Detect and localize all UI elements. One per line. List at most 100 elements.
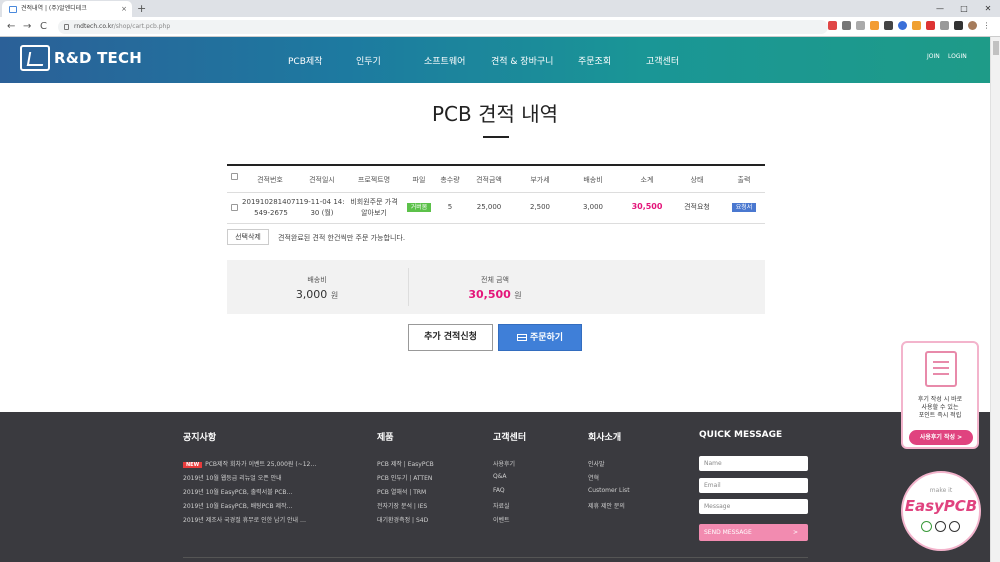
close-window-button[interactable]: ✕: [976, 0, 1000, 17]
quote-number: 2019102814071 549-2675: [242, 198, 300, 217]
profile-avatar[interactable]: [968, 21, 977, 30]
notice-title: 공지사항: [183, 433, 217, 443]
nav-order-lookup[interactable]: 주문조회: [578, 54, 611, 67]
extension-icon[interactable]: [884, 21, 893, 30]
product-link[interactable]: 대기환경측정 | S4D: [377, 515, 428, 524]
browser-tab-bar: 견적내역 | (주)알엔디테크 × + — □ ✕: [0, 0, 1000, 17]
product-link[interactable]: 전자기장 분석 | IES: [377, 501, 427, 510]
extension-icon[interactable]: [898, 21, 907, 30]
message-input[interactable]: Message: [699, 499, 808, 514]
select-all-checkbox[interactable]: [231, 173, 238, 180]
extension-icon[interactable]: [828, 21, 837, 30]
notice-item[interactable]: 2019년 10월 EasyPCB, 배팅PCB 제작…: [183, 501, 293, 510]
nav-customer-center[interactable]: 고객센터: [646, 54, 679, 67]
summary-divider: [408, 268, 409, 306]
extension-icon[interactable]: [954, 21, 963, 30]
quick-message-title: QUICK MESSAGE: [699, 430, 783, 440]
support-title: 고객센터: [493, 433, 527, 443]
product-link[interactable]: PCB 제작 | EasyPCB: [377, 459, 434, 468]
rohs-mark-icon: [949, 521, 960, 532]
shipping-amount: 3,000: [582, 203, 604, 211]
company-link[interactable]: 제휴 제안 문의: [588, 501, 625, 510]
vat-amount: 2,500: [529, 203, 551, 211]
support-link[interactable]: Q&A: [493, 473, 507, 480]
order-button[interactable]: 주문하기: [498, 324, 582, 351]
nav-pcb[interactable]: PCB제작: [288, 54, 322, 67]
info-icon[interactable]: [64, 24, 69, 30]
new-tab-button[interactable]: +: [137, 2, 146, 15]
name-input[interactable]: Name: [699, 456, 808, 471]
product-link[interactable]: PCB 열해석 | TRM: [377, 487, 426, 496]
key-icon[interactable]: [842, 21, 851, 30]
easypcb-badge[interactable]: make it EasyPCB: [901, 471, 981, 551]
product-link[interactable]: PCB 인두기 | ATTEN: [377, 473, 432, 482]
nav-software[interactable]: 소프트웨어: [424, 54, 465, 67]
login-link[interactable]: LOGIN: [948, 53, 967, 60]
support-link[interactable]: 이벤트: [493, 515, 510, 524]
support-link[interactable]: 사용후기: [493, 459, 515, 468]
notice-item[interactable]: 2019년 제조사 국경절 휴무로 인한 납기 안내 …: [183, 515, 306, 524]
print-cell: 요청서: [724, 202, 764, 213]
status-text: 견적요청: [684, 203, 710, 211]
total-label: 전체 금액: [481, 276, 509, 284]
delete-selected-button[interactable]: 선택삭제: [227, 229, 269, 245]
star-icon[interactable]: [856, 21, 865, 30]
nav-soldering-iron[interactable]: 인두기: [356, 54, 381, 67]
extension-icon[interactable]: [912, 21, 921, 30]
col-amount: 견적금액: [476, 176, 502, 184]
request-form-button[interactable]: 요청서: [731, 203, 757, 212]
review-promo-card: 후기 작성 시 바로 사용할 수 있는 포인트 즉시 적립 사용후기 작성 >: [901, 341, 979, 449]
col-date: 견적일시: [309, 176, 335, 184]
browser-tab[interactable]: 견적내역 | (주)알엔디테크 ×: [2, 1, 132, 17]
company-link[interactable]: 연혁: [588, 473, 599, 482]
scrollbar-thumb[interactable]: [993, 41, 999, 55]
window-controls: — □ ✕: [928, 0, 1000, 17]
shipping-label: 배송비: [307, 276, 327, 284]
url-path: /shop/cart.pcb.php: [113, 23, 171, 30]
extension-icon[interactable]: [940, 21, 949, 30]
join-link[interactable]: JOIN: [927, 53, 940, 60]
gerber-view-button[interactable]: 거버봄: [406, 203, 432, 212]
nav-quote-cart[interactable]: 견적 & 장바구니: [491, 54, 553, 67]
page-title: PCB 견적 내역: [431, 102, 559, 126]
quote-date: 19-11-04 14: 30 (월): [299, 198, 345, 217]
extension-icon[interactable]: [870, 21, 879, 30]
title-underline: [483, 136, 509, 138]
back-button[interactable]: ←: [7, 20, 15, 34]
price-summary: 배송비 3,000 원 전체 금액 30,500 원: [227, 260, 765, 314]
reload-button[interactable]: C: [40, 20, 47, 34]
extension-icon[interactable]: [926, 21, 935, 30]
support-link[interactable]: 자료실: [493, 501, 510, 510]
logo[interactable]: R&D TECH: [20, 45, 142, 71]
menu-icon[interactable]: ⋮: [982, 21, 991, 30]
add-quote-button[interactable]: 추가 견적신청: [408, 324, 493, 351]
card-icon: [516, 334, 527, 341]
notice-item[interactable]: 2019년 10월 EasyPCB, 출력서블 PCB…: [183, 487, 293, 496]
email-input[interactable]: Email: [699, 478, 808, 493]
favicon-icon: [9, 6, 17, 13]
project-name[interactable]: 비회원주문 가격 알아보기: [345, 197, 403, 219]
order-note: 견적완료된 견적 한건씩만 주문 가능합니다.: [278, 234, 406, 242]
send-message-button[interactable]: SEND MESSAGE >: [699, 524, 808, 541]
notice-item[interactable]: NEW PCB제작 회차가 이벤트 25,000원 (~12…: [183, 459, 316, 468]
quote-amount: 25,000: [476, 203, 502, 211]
url-field[interactable]: rndtech.co.kr/shop/cart.pcb.php: [58, 20, 828, 34]
company-link[interactable]: Customer List: [588, 487, 630, 494]
col-vat: 부가세: [530, 176, 550, 184]
forward-button[interactable]: →: [23, 20, 31, 34]
write-review-button[interactable]: 사용후기 작성 >: [909, 430, 973, 445]
company-link[interactable]: 인사말: [588, 459, 605, 468]
url-host: rndtech.co.kr: [74, 23, 114, 30]
close-tab-icon[interactable]: ×: [121, 1, 127, 17]
row-checkbox[interactable]: [231, 204, 238, 211]
eco-mark-icon: [921, 521, 932, 532]
minimize-button[interactable]: —: [928, 0, 952, 17]
support-link[interactable]: FAQ: [493, 487, 505, 494]
page-scrollbar[interactable]: [990, 37, 1000, 562]
col-qty: 총수량: [440, 176, 460, 184]
maximize-button[interactable]: □: [952, 0, 976, 17]
company-title: 회사소개: [588, 433, 622, 443]
logo-text: R&D TECH: [54, 49, 142, 67]
notice-item[interactable]: 2019년 10월 웹등급 리뉴얼 오픈 안내: [183, 473, 282, 482]
col-print: 출력: [737, 176, 751, 184]
